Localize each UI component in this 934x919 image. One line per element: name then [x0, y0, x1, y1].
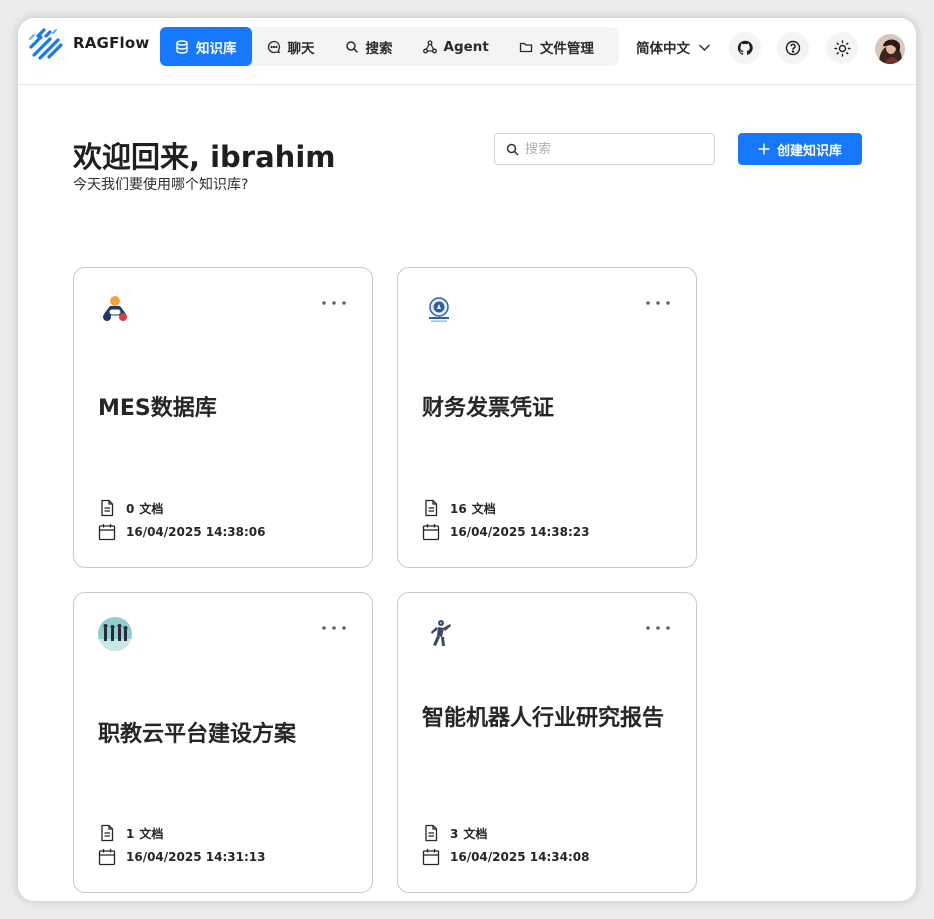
robot-icon	[422, 617, 456, 651]
knowledge-base-name: 智能机器人行业研究报告	[422, 706, 665, 731]
doc-count-value: 16	[450, 501, 467, 516]
nav-knowledge-base[interactable]: 知识库	[160, 27, 252, 66]
nav-chat[interactable]: 聊天	[252, 27, 330, 66]
knowledge-base-name: 财务发票凭证	[422, 396, 555, 421]
doc-count-label: 文档	[463, 826, 488, 841]
document-count: 16 文档	[422, 499, 496, 517]
calendar-icon	[422, 524, 440, 541]
page-subtitle: 今天我们要使用哪个知识库?	[73, 177, 249, 193]
document-icon	[425, 499, 438, 517]
nav-label-search: 搜索	[365, 40, 393, 57]
doc-count-label: 文档	[139, 826, 164, 841]
updated-time-value: 16/04/2025 14:38:23	[450, 525, 590, 539]
calendar-icon	[98, 524, 116, 541]
nav-search[interactable]: 搜索	[330, 27, 408, 66]
folder-icon	[519, 42, 532, 52]
updated-time: 16/04/2025 14:31:13	[98, 848, 265, 866]
create-button-label: 创建知识库	[776, 143, 842, 159]
search-box[interactable]	[494, 133, 715, 165]
finance-badge-icon	[422, 292, 456, 326]
knowledge-base-card[interactable]: 财务发票凭证 16 文档 16/04/2025 14:38:23	[397, 267, 697, 568]
mes-logo-icon	[98, 292, 132, 326]
help-button[interactable]	[777, 32, 809, 64]
more-options-icon[interactable]	[644, 294, 672, 312]
doc-count-value: 3	[450, 826, 459, 841]
updated-time: 16/04/2025 14:38:06	[98, 523, 265, 541]
language-selector[interactable]: 简体中文	[636, 37, 711, 57]
search-icon	[345, 40, 358, 53]
search-input[interactable]	[525, 141, 705, 157]
nav-label-file-management: 文件管理	[539, 40, 594, 57]
updated-time: 16/04/2025 14:38:23	[422, 523, 589, 541]
more-options-icon[interactable]	[320, 619, 348, 637]
document-count: 0 文档	[98, 499, 163, 517]
theme-toggle-button[interactable]	[826, 32, 858, 64]
nav-label-knowledge-base: 知识库	[196, 40, 237, 57]
document-icon	[425, 824, 438, 842]
create-knowledge-base-button[interactable]: 创建知识库	[738, 133, 862, 165]
chevron-down-icon	[699, 44, 710, 51]
search-icon	[506, 143, 519, 156]
github-button[interactable]	[729, 32, 761, 64]
plus-icon	[758, 143, 770, 155]
ragflow-logo-icon[interactable]	[28, 27, 64, 61]
updated-time-value: 16/04/2025 14:34:08	[450, 850, 590, 864]
brand-name: RAGFlow	[73, 34, 150, 52]
calendar-icon	[98, 849, 116, 866]
nav-label-agent: Agent	[443, 38, 489, 55]
document-count: 3 文档	[422, 824, 487, 842]
doc-count-label: 文档	[471, 501, 496, 516]
knowledge-base-name: 职教云平台建设方案	[98, 722, 297, 747]
knowledge-base-card[interactable]: 职教云平台建设方案 1 文档 16/04/2025 14:31:13	[73, 592, 373, 893]
database-icon	[176, 39, 188, 54]
more-options-icon[interactable]	[320, 294, 348, 312]
page-title: 欢迎回来, ibrahim	[73, 140, 336, 174]
people-circle-icon	[98, 617, 132, 651]
doc-count-label: 文档	[139, 501, 164, 516]
knowledge-base-card[interactable]: MES数据库 0 文档 16/04/2025 14:38:06	[73, 267, 373, 568]
theme-sun-icon	[833, 39, 851, 57]
agent-graph-icon	[422, 39, 437, 53]
document-count: 1 文档	[98, 824, 163, 842]
nav-file-management[interactable]: 文件管理	[504, 27, 609, 66]
main-nav: 知识库 聊天 搜索 Agent 文件管理	[160, 27, 619, 66]
calendar-icon	[422, 849, 440, 866]
github-icon	[737, 40, 753, 55]
updated-time: 16/04/2025 14:34:08	[422, 848, 589, 866]
help-icon	[785, 40, 801, 56]
doc-count-value: 0	[126, 501, 135, 516]
language-label: 简体中文	[636, 41, 690, 57]
document-icon	[101, 824, 114, 842]
user-avatar[interactable]	[875, 34, 905, 64]
chat-bubble-icon	[267, 40, 280, 53]
updated-time-value: 16/04/2025 14:38:06	[126, 525, 266, 539]
updated-time-value: 16/04/2025 14:31:13	[126, 850, 266, 864]
more-options-icon[interactable]	[644, 619, 672, 637]
app-window: RAGFlow 知识库 聊天 搜索 Agent 文件管理 简体中文 欢迎回来, …	[18, 18, 916, 901]
knowledge-base-name: MES数据库	[98, 396, 217, 421]
doc-count-value: 1	[126, 826, 135, 841]
nav-label-chat: 聊天	[287, 40, 315, 57]
avatar-photo-icon	[875, 34, 905, 64]
knowledge-base-card[interactable]: 智能机器人行业研究报告 3 文档 16/04/2025 14:34:08	[397, 592, 697, 893]
nav-agent[interactable]: Agent	[408, 27, 504, 66]
document-icon	[101, 499, 114, 517]
top-bar: RAGFlow 知识库 聊天 搜索 Agent 文件管理 简体中文	[18, 18, 916, 85]
